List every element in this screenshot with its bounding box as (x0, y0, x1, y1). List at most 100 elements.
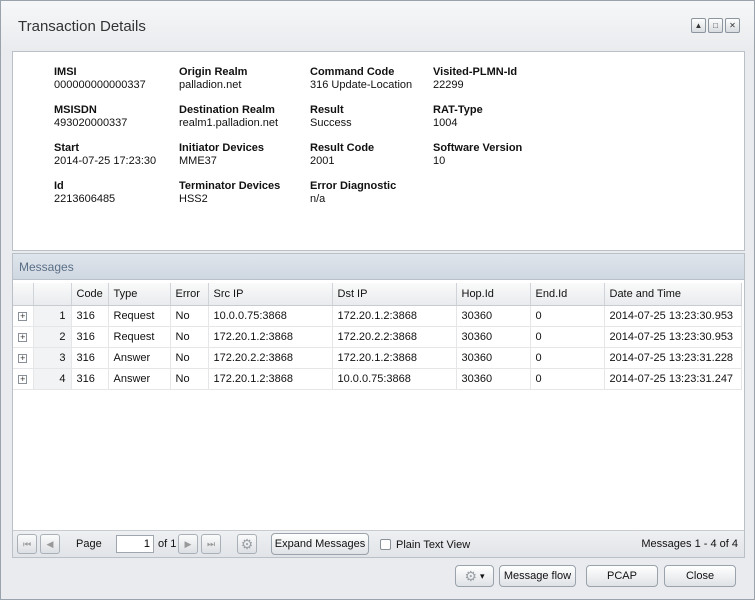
cell-end-id: 0 (530, 347, 605, 369)
messages-table: Code Type Error Src IP Dst IP Hop.Id End… (13, 283, 742, 390)
refresh-button[interactable]: ⚙ (237, 534, 257, 554)
cell-code: 316 (71, 368, 109, 390)
prev-page-icon: ◀ (46, 538, 54, 549)
cell-hop-id: 30360 (456, 326, 531, 348)
expand-messages-button[interactable]: Expand Messages (271, 533, 369, 555)
cell-dst-ip: 172.20.1.2:3868 (332, 347, 457, 369)
field-label: Terminator Devices (179, 180, 281, 192)
row-number: 2 (33, 326, 72, 348)
pcap-button[interactable]: PCAP (586, 565, 658, 587)
field-value: MME37 (179, 155, 217, 167)
column-header-date-time[interactable]: Date and Time (604, 283, 742, 306)
field-terminator-devices: Terminator Devices HSS2 (179, 180, 280, 206)
column-header-end-id[interactable]: End.Id (530, 283, 605, 306)
field-id: Id 2213606485 (54, 180, 115, 206)
page-number-input[interactable] (116, 535, 154, 553)
cell-dst-ip: 10.0.0.75:3868 (332, 368, 457, 390)
cell-code: 316 (71, 347, 109, 369)
dialog-titlebar[interactable]: Transaction Details ▲ □ ✕ (1, 1, 754, 51)
cell-dst-ip: 172.20.2.2:3868 (332, 326, 457, 348)
next-page-button[interactable]: ▶ (178, 534, 198, 554)
plain-text-view-checkbox[interactable] (380, 539, 391, 550)
cell-date-time: 2014-07-25 13:23:31.247 (604, 368, 742, 390)
close-window-button[interactable]: ✕ (725, 18, 740, 33)
first-page-button[interactable]: ⏮ (17, 534, 37, 554)
prev-page-button[interactable]: ◀ (40, 534, 60, 554)
cell-src-ip: 172.20.1.2:3868 (208, 326, 333, 348)
gear-icon: ⚙ (464, 567, 478, 584)
expand-cell: + (13, 347, 34, 369)
field-label: IMSI (54, 66, 77, 78)
field-value: 000000000000337 (54, 79, 146, 91)
field-label: MSISDN (54, 104, 97, 116)
page-of-label: of 1 (158, 538, 177, 550)
message-flow-button[interactable]: Message flow (499, 565, 576, 587)
cell-hop-id: 30360 (456, 347, 531, 369)
last-page-button[interactable]: ⏭ (201, 534, 221, 554)
messages-count-summary: Messages 1 - 4 of 4 (641, 538, 738, 550)
messages-grid-title: Messages (13, 254, 744, 280)
table-row[interactable]: + 2 316 Request No 172.20.1.2:3868 172.2… (13, 326, 742, 348)
table-row[interactable]: + 3 316 Answer No 172.20.2.2:3868 172.20… (13, 347, 742, 369)
field-label: Id (54, 180, 64, 192)
cell-error: No (170, 326, 209, 348)
maximize-button[interactable]: □ (708, 18, 723, 33)
field-value: Success (310, 117, 352, 129)
column-header-code[interactable]: Code (71, 283, 109, 306)
field-value: 1004 (433, 117, 458, 129)
last-page-icon: ⏭ (206, 538, 216, 549)
cell-end-id: 0 (530, 368, 605, 390)
field-value: 2213606485 (54, 193, 116, 205)
column-header-expand (13, 283, 34, 306)
expand-row-icon[interactable]: + (18, 353, 28, 363)
field-value: palladion.net (179, 79, 242, 91)
field-destination-realm: Destination Realm realm1.palladion.net (179, 104, 278, 130)
table-row[interactable]: + 1 316 Request No 10.0.0.75:3868 172.20… (13, 305, 742, 327)
expand-row-icon[interactable]: + (18, 332, 28, 342)
paging-toolbar: ⏮ ◀ Page of 1 ▶ ⏭ ⚙ Expand Messages Plai… (12, 530, 745, 558)
cell-src-ip: 172.20.1.2:3868 (208, 368, 333, 390)
expand-row-icon[interactable]: + (18, 374, 28, 384)
settings-dropdown-button[interactable]: ⚙ ▾ (455, 565, 494, 587)
table-row[interactable]: + 4 316 Answer No 172.20.1.2:3868 10.0.0… (13, 368, 742, 390)
transaction-details-dialog: Transaction Details ▲ □ ✕ IMSI 000000000… (0, 0, 755, 600)
close-button[interactable]: Close (664, 565, 736, 587)
column-header-hop-id[interactable]: Hop.Id (456, 283, 531, 306)
field-value: 22299 (433, 79, 464, 91)
column-header-src-ip[interactable]: Src IP (208, 283, 333, 306)
minimize-button[interactable]: ▲ (691, 18, 706, 33)
messages-grid: Messages Code Type Error Src IP Dst IP H… (12, 253, 745, 558)
field-result-code: Result Code 2001 (310, 142, 374, 168)
row-number: 3 (33, 347, 72, 369)
row-number: 4 (33, 368, 72, 390)
plain-text-view-label[interactable]: Plain Text View (396, 539, 470, 551)
field-label: RAT-Type (433, 104, 483, 116)
cell-error: No (170, 368, 209, 390)
field-value: 2014-07-25 17:23:30 (54, 155, 157, 167)
expand-row-icon[interactable]: + (18, 311, 28, 321)
field-value: 316 Update-Location (310, 79, 413, 91)
field-label: Destination Realm (179, 104, 275, 116)
column-header-type[interactable]: Type (108, 283, 171, 306)
field-error-diagnostic: Error Diagnostic n/a (310, 180, 396, 206)
window-controls: ▲ □ ✕ (691, 18, 740, 33)
field-label: Software Version (433, 142, 523, 154)
column-header-error[interactable]: Error (170, 283, 209, 306)
cell-date-time: 2014-07-25 13:23:30.953 (604, 305, 742, 327)
cell-type: Request (108, 326, 171, 348)
cell-end-id: 0 (530, 305, 605, 327)
cell-type: Request (108, 305, 171, 327)
cell-code: 316 (71, 326, 109, 348)
dialog-title: Transaction Details (18, 18, 146, 35)
next-page-icon: ▶ (184, 538, 192, 549)
cell-error: No (170, 305, 209, 327)
field-origin-realm: Origin Realm palladion.net (179, 66, 247, 92)
expand-cell: + (13, 305, 34, 327)
cell-code: 316 (71, 305, 109, 327)
column-header-dst-ip[interactable]: Dst IP (332, 283, 457, 306)
refresh-icon: ⚙ (240, 535, 254, 552)
transaction-details-panel: IMSI 000000000000337 MSISDN 493020000337… (12, 51, 745, 251)
cell-hop-id: 30360 (456, 305, 531, 327)
field-label: Start (54, 142, 80, 154)
column-header-number (33, 283, 72, 306)
